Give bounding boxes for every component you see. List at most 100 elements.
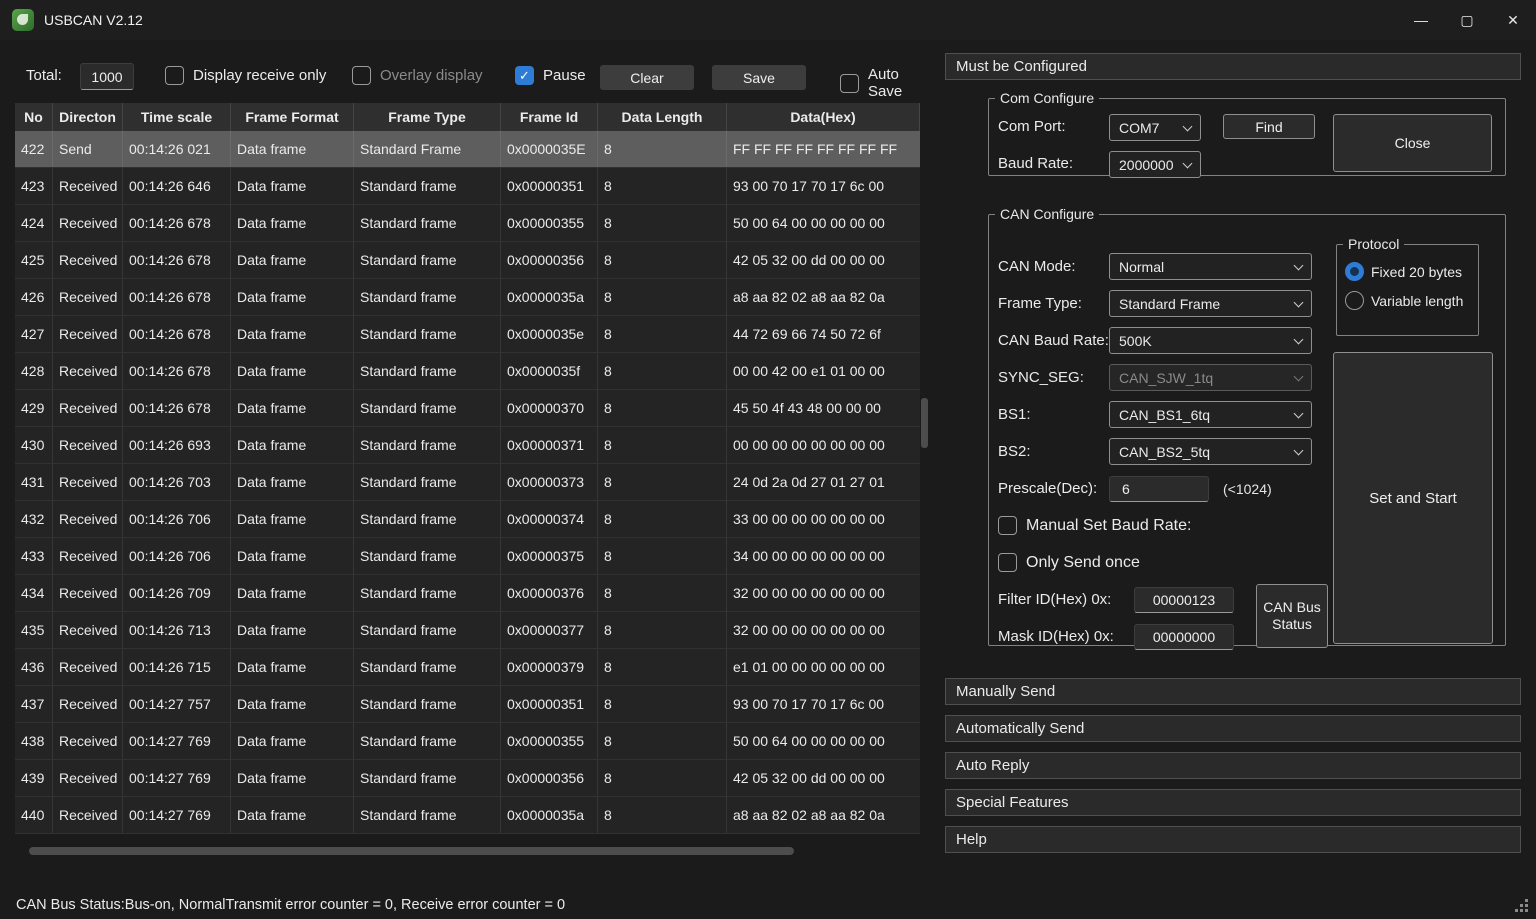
can-mode-select[interactable]: Normal (1109, 253, 1312, 280)
close-button[interactable]: Close (1333, 114, 1492, 172)
protocol-fixed-20-bytes-radio[interactable]: Fixed 20 bytes (1345, 262, 1470, 281)
table-cell: 8 (598, 464, 727, 500)
table-row[interactable]: 431Received00:14:26 703Data frameStandar… (15, 464, 920, 501)
bs2-select[interactable]: CAN_BS2_5tq (1109, 438, 1312, 465)
table-cell: Data frame (231, 168, 354, 204)
checkbox-box: ✓ (840, 74, 859, 93)
table-cell: Received (53, 501, 123, 537)
table-row[interactable]: 432Received00:14:26 706Data frameStandar… (15, 501, 920, 538)
table-row[interactable]: 422Send00:14:26 021Data frameStandard Fr… (15, 131, 920, 168)
table-row[interactable]: 434Received00:14:26 709Data frameStandar… (15, 575, 920, 612)
horizontal-scrollbar-thumb[interactable] (29, 847, 794, 855)
can-mode-label: CAN Mode: (998, 258, 1109, 275)
section-help[interactable]: Help (945, 826, 1521, 853)
close-window-button[interactable]: ✕ (1490, 0, 1536, 40)
radio-icon (1345, 262, 1364, 281)
table-row[interactable]: 423Received00:14:26 646Data frameStandar… (15, 168, 920, 205)
table-cell: 8 (598, 353, 727, 389)
table-cell: Data frame (231, 242, 354, 278)
table-row[interactable]: 426Received00:14:26 678Data frameStandar… (15, 279, 920, 316)
set-and-start-button[interactable]: Set and Start (1333, 352, 1493, 644)
section-manually-send[interactable]: Manually Send (945, 678, 1521, 705)
pause-checkbox[interactable]: ✓ Pause (515, 66, 586, 85)
section-must-be-configured[interactable]: Must be Configured (945, 53, 1521, 80)
table-cell: Standard frame (354, 316, 501, 352)
find-button[interactable]: Find (1223, 114, 1315, 139)
vertical-scrollbar[interactable] (921, 103, 928, 834)
table-cell: 42 05 32 00 dd 00 00 00 (727, 760, 920, 796)
table-row[interactable]: 440Received00:14:27 769Data frameStandar… (15, 797, 920, 834)
app-icon (12, 9, 34, 31)
overlay-display-checkbox[interactable]: ✓ Overlay display (352, 66, 483, 85)
filter-id-input[interactable] (1134, 587, 1234, 613)
section-special-features[interactable]: Special Features (945, 789, 1521, 816)
bs1-select[interactable]: CAN_BS1_6tq (1109, 401, 1312, 428)
table-cell: Data frame (231, 723, 354, 759)
can-configure-group: CAN Configure CAN Mode: Normal Frame Typ… (988, 206, 1506, 646)
total-input[interactable] (80, 63, 134, 90)
manual-set-baud-rate-checkbox[interactable]: ✓ Manual Set Baud Rate: (998, 516, 1191, 535)
frame-type-select[interactable]: Standard Frame (1109, 290, 1312, 317)
table-cell: 434 (15, 575, 53, 611)
table-cell: 42 05 32 00 dd 00 00 00 (727, 242, 920, 278)
table-cell: 8 (598, 205, 727, 241)
table-cell: 00:14:26 678 (123, 205, 231, 241)
resize-grip-icon[interactable] (1525, 909, 1528, 912)
can-bus-status-button[interactable]: CAN Bus Status (1256, 584, 1328, 648)
table-cell: Data frame (231, 686, 354, 722)
section-automatically-send[interactable]: Automatically Send (945, 715, 1521, 742)
checkbox-label: Overlay display (380, 67, 483, 84)
save-button[interactable]: Save (712, 65, 806, 90)
checkbox-label: Pause (543, 67, 586, 84)
sync-seg-select[interactable]: CAN_SJW_1tq (1109, 364, 1312, 391)
table-cell: 428 (15, 353, 53, 389)
checkbox-box: ✓ (998, 553, 1017, 572)
bs2-label: BS2: (998, 443, 1109, 460)
table-cell: Data frame (231, 501, 354, 537)
table-row[interactable]: 438Received00:14:27 769Data frameStandar… (15, 723, 920, 760)
table-cell: Data frame (231, 353, 354, 389)
table-cell: 8 (598, 131, 727, 167)
minimize-button[interactable]: — (1398, 0, 1444, 40)
table-row[interactable]: 436Received00:14:26 715Data frameStandar… (15, 649, 920, 686)
com-port-select[interactable]: COM7 (1109, 114, 1201, 141)
table-cell: 0x0000035f (501, 353, 598, 389)
column-header: Frame Id (501, 103, 598, 131)
table-row[interactable]: 425Received00:14:26 678Data frameStandar… (15, 242, 920, 279)
baud-rate-select[interactable]: 2000000 (1109, 151, 1201, 178)
baud-rate-label: Baud Rate: (998, 155, 1073, 172)
table-row[interactable]: 437Received00:14:27 757Data frameStandar… (15, 686, 920, 723)
auto-save-checkbox[interactable]: ✓ Auto Save (840, 66, 932, 100)
display-receive-only-checkbox[interactable]: ✓ Display receive only (165, 66, 326, 85)
table-cell: Data frame (231, 760, 354, 796)
table-cell: Standard frame (354, 353, 501, 389)
table-row[interactable]: 430Received00:14:26 693Data frameStandar… (15, 427, 920, 464)
table-row[interactable]: 427Received00:14:26 678Data frameStandar… (15, 316, 920, 353)
maximize-button[interactable]: ▢ (1444, 0, 1490, 40)
table-row[interactable]: 439Received00:14:27 769Data frameStandar… (15, 760, 920, 797)
table-row[interactable]: 435Received00:14:26 713Data frameStandar… (15, 612, 920, 649)
frame-table-body: 422Send00:14:26 021Data frameStandard Fr… (15, 131, 920, 834)
mask-id-input[interactable] (1134, 624, 1234, 650)
only-send-once-checkbox[interactable]: ✓ Only Send once (998, 553, 1140, 572)
table-cell: 32 00 00 00 00 00 00 00 (727, 575, 920, 611)
table-row[interactable]: 429Received00:14:26 678Data frameStandar… (15, 390, 920, 427)
protocol-variable-length-radio[interactable]: Variable length (1345, 291, 1470, 310)
horizontal-scrollbar[interactable] (15, 847, 920, 856)
table-row[interactable]: 428Received00:14:26 678Data frameStandar… (15, 353, 920, 390)
table-cell: 00:14:27 769 (123, 760, 231, 796)
table-row[interactable]: 433Received00:14:26 706Data frameStandar… (15, 538, 920, 575)
prescale-input[interactable] (1109, 476, 1209, 502)
table-cell: 440 (15, 797, 53, 833)
can-baud-rate-select[interactable]: 500K (1109, 327, 1312, 354)
table-cell: Data frame (231, 131, 354, 167)
app-window: USBCAN V2.12 — ▢ ✕ Total: ✓ Display rece… (0, 0, 1536, 919)
section-auto-reply[interactable]: Auto Reply (945, 752, 1521, 779)
table-cell: Received (53, 279, 123, 315)
checkbox-box: ✓ (998, 516, 1017, 535)
clear-button[interactable]: Clear (600, 65, 694, 90)
vertical-scrollbar-thumb[interactable] (921, 398, 928, 448)
table-row[interactable]: 424Received00:14:26 678Data frameStandar… (15, 205, 920, 242)
table-cell: 33 00 00 00 00 00 00 00 (727, 501, 920, 537)
frame-type-label: Frame Type: (998, 295, 1109, 312)
